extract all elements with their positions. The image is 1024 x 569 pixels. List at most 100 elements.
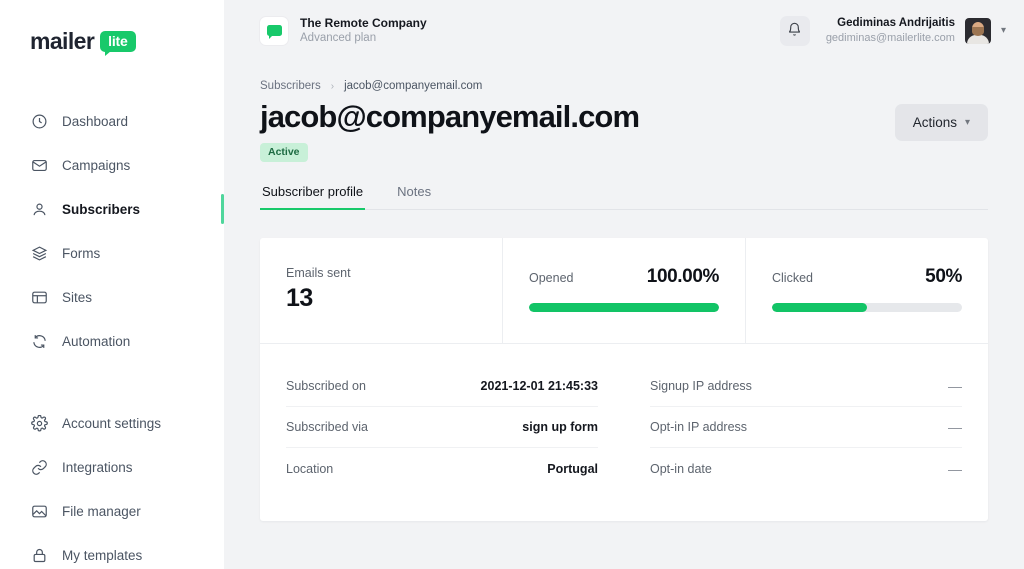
progress-bar-opened — [529, 303, 719, 313]
stats-row: Emails sent 13 Opened 100.00% Clicked 50… — [260, 238, 988, 345]
detail-row: Subscribed via sign up form — [286, 407, 598, 449]
details-section: Subscribed on 2021-12-01 21:45:33 Subscr… — [260, 344, 988, 521]
link-icon — [31, 459, 48, 476]
breadcrumb: Subscribers › jacob@companyemail.com — [260, 62, 988, 92]
user-name: Gediminas Andrijaitis — [837, 16, 955, 29]
sidebar-item-label: Automation — [62, 333, 131, 349]
detail-key: Subscribed on — [286, 379, 366, 394]
sidebar-item-automation[interactable]: Automation — [0, 319, 224, 363]
envelope-icon — [31, 157, 48, 174]
tab-notes[interactable]: Notes — [395, 184, 433, 209]
sidebar-item-label: Campaigns — [62, 157, 131, 173]
detail-row: Subscribed on 2021-12-01 21:45:33 — [286, 366, 598, 408]
sidebar-item-dashboard[interactable]: Dashboard — [0, 99, 224, 143]
chevron-down-icon: ▾ — [964, 117, 970, 128]
app-root: mailer lite Dashboard Campaigns Subscrib… — [0, 0, 1024, 569]
sidebar: mailer lite Dashboard Campaigns Subscrib… — [0, 0, 224, 569]
lock-icon — [31, 547, 48, 564]
chat-bubble-icon — [260, 16, 288, 45]
notifications-button[interactable] — [779, 15, 810, 46]
detail-key: Signup IP address — [650, 379, 752, 394]
chevron-right-icon: › — [330, 80, 335, 92]
tab-subscriber-profile[interactable]: Subscriber profile — [260, 184, 366, 211]
detail-value: — — [948, 419, 962, 436]
app-logo[interactable]: mailer lite — [0, 0, 224, 56]
sidebar-item-account-settings[interactable]: Account settings — [0, 401, 224, 445]
status-badge: Active — [260, 142, 308, 163]
user-menu[interactable]: Gediminas Andrijaitis gediminas@mailerli… — [826, 16, 1006, 46]
detail-value: — — [948, 378, 962, 395]
actions-button[interactable]: Actions ▾ — [894, 104, 988, 141]
sidebar-item-my-templates[interactable]: My templates — [0, 533, 224, 569]
actions-button-label: Actions — [912, 115, 957, 130]
sidebar-item-label: Sites — [62, 289, 93, 305]
top-bar-right: Gediminas Andrijaitis gediminas@mailerli… — [779, 15, 1006, 46]
bell-icon — [787, 22, 802, 40]
avatar — [964, 17, 991, 44]
progress-bar-clicked — [772, 303, 962, 313]
main-content: The Remote Company Advanced plan Gedimin… — [224, 0, 1024, 569]
stat-value: 13 — [286, 284, 313, 313]
sidebar-item-forms[interactable]: Forms — [0, 231, 224, 275]
detail-value: Portugal — [547, 461, 598, 476]
sidebar-item-subscribers[interactable]: Subscribers — [0, 187, 224, 231]
sidebar-group-divider — [0, 363, 224, 401]
detail-key: Opt-in IP address — [650, 420, 748, 435]
detail-key: Location — [286, 461, 334, 476]
detail-key: Subscribed via — [286, 420, 368, 435]
details-column-right: Signup IP address — Opt-in IP address — … — [624, 366, 988, 489]
top-bar: The Remote Company Advanced plan Gedimin… — [224, 0, 1024, 62]
stat-label: Emails sent — [286, 266, 351, 281]
user-icon — [31, 201, 48, 218]
clock-icon — [31, 113, 48, 130]
stat-clicked: Clicked 50% — [745, 238, 988, 344]
stat-value: 100.00% — [646, 266, 720, 288]
stat-value: 50% — [925, 266, 962, 288]
sidebar-item-label: Subscribers — [62, 201, 141, 217]
logo-text-mailer: mailer — [30, 28, 95, 54]
tab-bar: Subscriber profile Notes — [260, 184, 988, 211]
organization-plan: Advanced plan — [300, 32, 377, 45]
sidebar-item-file-manager[interactable]: File manager — [0, 489, 224, 533]
detail-row: Opt-in date — — [650, 448, 962, 489]
user-email: gediminas@mailerlite.com — [825, 32, 955, 45]
gear-icon — [31, 414, 48, 432]
detail-value: 2021-12-01 21:45:33 — [480, 379, 598, 394]
sidebar-item-label: Dashboard — [62, 113, 129, 129]
detail-row: Signup IP address — — [650, 366, 962, 408]
details-column-left: Subscribed on 2021-12-01 21:45:33 Subscr… — [260, 366, 624, 489]
tab-label: Subscriber profile — [262, 184, 364, 200]
stat-emails-sent: Emails sent 13 — [260, 238, 502, 343]
sidebar-item-sites[interactable]: Sites — [0, 275, 224, 319]
detail-value: — — [948, 460, 962, 477]
sidebar-item-label: File manager — [62, 503, 141, 519]
organization-switcher[interactable]: The Remote Company Advanced plan — [260, 15, 427, 47]
subscriber-profile-card: Emails sent 13 Opened 100.00% Clicked 50… — [260, 238, 988, 522]
sidebar-item-label: My templates — [62, 547, 143, 563]
chevron-down-icon: ▾ — [1000, 25, 1006, 37]
sidebar-item-label: Account settings — [62, 415, 162, 431]
sidebar-nav: Dashboard Campaigns Subscribers Forms Si… — [0, 99, 224, 569]
page-title: jacob@companyemail.com — [260, 99, 640, 134]
stat-opened: Opened 100.00% — [502, 238, 745, 344]
image-icon — [31, 503, 48, 520]
tab-label: Notes — [397, 184, 432, 200]
detail-row: Opt-in IP address — — [650, 407, 962, 449]
refresh-icon — [31, 333, 48, 350]
sidebar-item-label: Forms — [62, 245, 101, 261]
sidebar-item-label: Integrations — [62, 459, 133, 475]
browser-icon — [31, 289, 48, 306]
stat-label: Opened — [529, 271, 574, 286]
layers-icon — [31, 245, 48, 262]
stat-label: Clicked — [772, 271, 813, 286]
page-body: Subscribers › jacob@companyemail.com jac… — [224, 62, 1024, 522]
organization-name: The Remote Company — [300, 16, 427, 31]
detail-key: Opt-in date — [650, 461, 712, 476]
detail-value: sign up form — [522, 420, 598, 435]
breadcrumb-current: jacob@companyemail.com — [344, 80, 483, 92]
sidebar-item-campaigns[interactable]: Campaigns — [0, 143, 224, 187]
sidebar-item-integrations[interactable]: Integrations — [0, 445, 224, 489]
page-header: jacob@companyemail.com Active Actions ▾ — [260, 99, 988, 163]
detail-row: Location Portugal — [286, 448, 598, 489]
breadcrumb-root[interactable]: Subscribers — [260, 80, 321, 92]
